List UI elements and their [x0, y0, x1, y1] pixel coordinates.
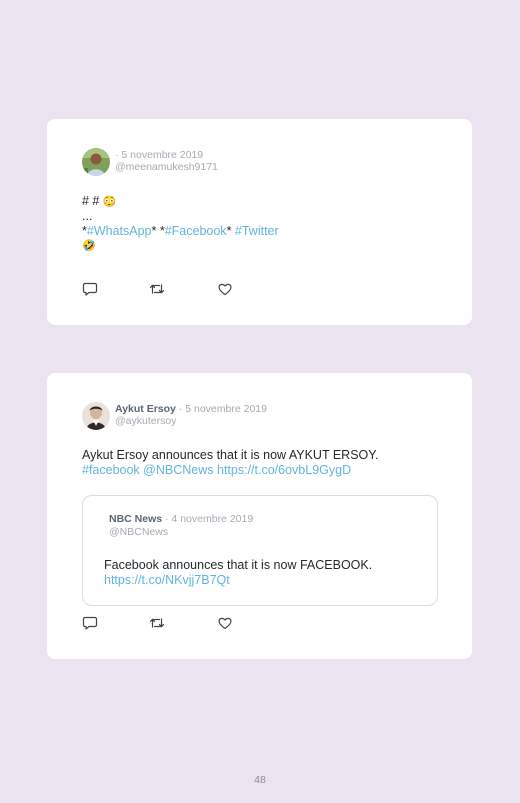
quoted-tweet-date[interactable]: 4 novembre 2019 [171, 513, 253, 525]
quoted-url-link[interactable]: https://t.co/NKvjj7B7Qt [104, 573, 230, 588]
tweet-text-line: ... [82, 209, 93, 223]
quoted-tweet-header: NBC News · 4 novembre 2019 [109, 513, 253, 526]
reply-icon[interactable] [82, 615, 98, 631]
tweet-card: · 5 novembre 2019 @meenamukesh9171 # # 😳… [47, 119, 472, 325]
quoted-tweet[interactable]: NBC News · 4 novembre 2019 @NBCNews Face… [82, 495, 438, 606]
heart-icon[interactable] [217, 281, 233, 297]
tweet-text-line: *#WhatsApp* *#Facebook* #Twitter [82, 224, 279, 239]
tweet-actions [82, 615, 252, 631]
page-number: 48 [254, 774, 266, 786]
tweet-text-line: Aykut Ersoy announces that it is now AYK… [82, 448, 379, 462]
retweet-icon[interactable] [149, 281, 165, 297]
hashtag-link-twitter[interactable]: #Twitter [235, 224, 279, 238]
url-link[interactable]: https://t.co/6ovbL9GygD [217, 463, 351, 477]
flushed-emoji-icon: 😳 [102, 196, 117, 208]
hashtag-link-facebook[interactable]: #facebook [82, 463, 140, 477]
separator: · [115, 149, 119, 161]
heart-icon[interactable] [217, 615, 233, 631]
retweet-icon[interactable] [149, 615, 165, 631]
quoted-author-name[interactable]: NBC News [109, 513, 162, 525]
quoted-author-handle[interactable]: @NBCNews [109, 526, 168, 539]
avatar[interactable] [82, 402, 110, 430]
tweet-date[interactable]: 5 novembre 2019 [185, 403, 267, 415]
tweet-text-line: #facebook @NBCNews https://t.co/6ovbL9Gy… [82, 463, 351, 478]
asterisk-text: * * [151, 224, 165, 238]
tweet-card: Aykut Ersoy · 5 novembre 2019 @aykuterso… [47, 373, 472, 659]
tweet-actions [82, 281, 252, 297]
separator: · [178, 403, 183, 415]
reply-icon[interactable] [82, 281, 98, 297]
tweet-text-line: # # 😳 [82, 194, 117, 210]
separator: · [165, 513, 169, 525]
quoted-tweet-text: Facebook announces that it is now FACEBO… [104, 558, 373, 572]
tweet-date[interactable]: 5 novembre 2019 [121, 149, 203, 161]
hashtag-link-whatsapp[interactable]: #WhatsApp [87, 224, 152, 238]
rofl-emoji-icon: 🤣 [82, 240, 96, 252]
avatar[interactable] [82, 148, 110, 176]
hash-text: # # [82, 194, 103, 208]
author-handle[interactable]: @meenamukesh9171 [115, 161, 218, 174]
author-name[interactable]: Aykut Ersoy [115, 403, 176, 415]
hashtag-link-facebook[interactable]: #Facebook [165, 224, 227, 238]
author-handle[interactable]: @aykutersoy [115, 415, 176, 428]
asterisk-text: * [226, 224, 235, 238]
mention-link-nbcnews[interactable]: @NBCNews [143, 463, 213, 477]
